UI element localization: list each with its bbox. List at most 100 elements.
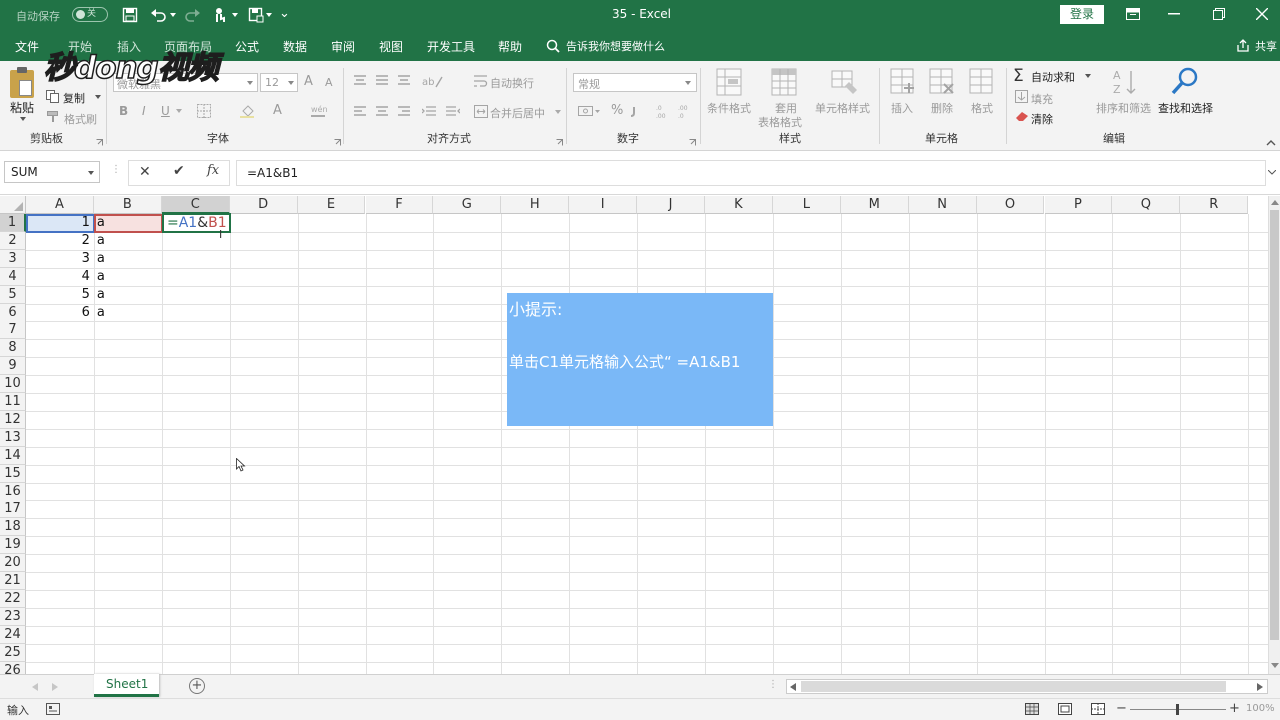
- fill-color-icon[interactable]: [240, 104, 256, 118]
- undo-dropdown-icon[interactable]: [170, 13, 176, 17]
- tell-me-input[interactable]: 告诉我你想要做什么: [566, 38, 665, 54]
- row-header-7[interactable]: 7: [0, 321, 26, 340]
- row-header-8[interactable]: 8: [0, 339, 26, 358]
- horizontal-align-icons[interactable]: [354, 106, 414, 118]
- conditional-format-icon[interactable]: [716, 68, 744, 98]
- tab-formulas[interactable]: 公式: [235, 38, 259, 55]
- sheet-next-icon[interactable]: [52, 683, 58, 691]
- save-icon[interactable]: [122, 7, 138, 23]
- copy-dropdown-icon[interactable]: [95, 95, 101, 99]
- autosum-icon[interactable]: Σ: [1013, 66, 1024, 86]
- add-sheet-button[interactable]: +: [189, 678, 205, 694]
- sheet-prev-icon[interactable]: [32, 683, 38, 691]
- horizontal-scrollbar[interactable]: [786, 679, 1268, 694]
- vertical-align-icons[interactable]: [354, 75, 414, 87]
- column-header-e[interactable]: E: [297, 196, 366, 214]
- insert-cells-icon[interactable]: [890, 68, 916, 96]
- sheet-tab-sheet1[interactable]: Sheet1: [94, 674, 159, 697]
- column-header-g[interactable]: G: [433, 196, 502, 214]
- cell-a6[interactable]: 6: [26, 304, 90, 322]
- merge-dropdown-icon[interactable]: [555, 110, 561, 114]
- row-header-3[interactable]: 3: [0, 249, 26, 268]
- scroll-up-icon[interactable]: [1271, 200, 1279, 205]
- copy-icon[interactable]: [46, 90, 60, 104]
- delete-cells-icon[interactable]: [929, 68, 955, 96]
- zoom-in-button[interactable]: +: [1229, 701, 1240, 716]
- row-header-19[interactable]: 19: [0, 536, 26, 555]
- cell-a1[interactable]: 1: [26, 214, 90, 232]
- number-launcher-icon[interactable]: [689, 139, 696, 146]
- font-size-dropdown[interactable]: 12: [260, 73, 298, 92]
- row-header-1[interactable]: 1: [0, 214, 26, 232]
- expand-formula-icon[interactable]: [1268, 170, 1276, 175]
- percent-button[interactable]: %: [611, 103, 623, 118]
- cell-b5[interactable]: a: [97, 286, 105, 304]
- row-header-16[interactable]: 16: [0, 482, 26, 501]
- restore-icon[interactable]: [1213, 8, 1225, 20]
- tab-view[interactable]: 视图: [379, 38, 403, 55]
- font-color-button[interactable]: A: [273, 103, 282, 118]
- macro-record-icon[interactable]: [46, 703, 60, 715]
- decimal-icons[interactable]: .0.00.00.0: [656, 103, 698, 119]
- row-header-20[interactable]: 20: [0, 554, 26, 573]
- column-header-h[interactable]: H: [501, 196, 570, 214]
- indent-icons[interactable]: [422, 106, 460, 118]
- redo-icon[interactable]: [183, 7, 201, 23]
- worksheet-grid[interactable]: ABCDEFGHIJKLMNOPQR 1 2 3 4 5 6 7 8 9 10 11 12 13 14 15…: [0, 196, 1268, 674]
- paste-button[interactable]: 粘贴: [10, 99, 34, 116]
- format-painter-icon[interactable]: [47, 111, 61, 123]
- minimize-icon[interactable]: [1168, 13, 1180, 15]
- row-header-17[interactable]: 17: [0, 500, 26, 519]
- insert-function-button[interactable]: fx: [207, 163, 219, 178]
- cell-styles-icon[interactable]: [831, 68, 859, 98]
- insert-cells-button[interactable]: 插入: [891, 100, 913, 116]
- scroll-down-icon[interactable]: [1271, 663, 1279, 668]
- row-header-26[interactable]: 26: [0, 661, 26, 674]
- paste-dropdown-icon[interactable]: [20, 117, 26, 121]
- row-header-13[interactable]: 13: [0, 428, 26, 447]
- delete-cells-button[interactable]: 删除: [931, 100, 953, 116]
- vertical-scrollbar[interactable]: [1268, 196, 1280, 674]
- column-header-a[interactable]: A: [26, 196, 94, 214]
- wrap-text-icon[interactable]: [474, 75, 488, 87]
- cell-styles-button[interactable]: 单元格样式: [815, 100, 870, 116]
- merge-center-icon[interactable]: [474, 105, 488, 118]
- row-header-15[interactable]: 15: [0, 464, 26, 483]
- grow-font-button[interactable]: A: [304, 74, 313, 89]
- column-header-f[interactable]: F: [365, 196, 434, 214]
- splitter-grip-icon[interactable]: ⋮: [768, 679, 778, 690]
- format-as-table-line2[interactable]: 表格格式: [758, 114, 802, 130]
- row-header-11[interactable]: 11: [0, 393, 26, 411]
- column-header-p[interactable]: P: [1044, 196, 1113, 214]
- close-icon[interactable]: [1256, 8, 1268, 20]
- number-format-dropdown[interactable]: 常规: [573, 73, 697, 92]
- wrap-text-button[interactable]: 自动换行: [490, 75, 534, 91]
- hscroll-left-icon[interactable]: [790, 683, 796, 691]
- find-select-button[interactable]: 查找和选择: [1158, 100, 1213, 116]
- enter-button[interactable]: ✔: [173, 163, 185, 179]
- hscroll-thumb[interactable]: [801, 681, 1226, 692]
- tab-developer[interactable]: 开发工具: [427, 38, 475, 55]
- row-header-12[interactable]: 12: [0, 410, 26, 429]
- column-header-b[interactable]: B: [93, 196, 162, 214]
- underline-dropdown-icon[interactable]: [176, 109, 182, 113]
- shrink-font-button[interactable]: A: [325, 76, 333, 89]
- ribbon-display-options-icon[interactable]: [1126, 8, 1140, 20]
- select-all-corner[interactable]: [0, 196, 26, 214]
- cell-b4[interactable]: a: [97, 268, 105, 286]
- format-painter-button[interactable]: 格式刷: [64, 111, 97, 127]
- page-layout-view-icon[interactable]: [1058, 703, 1072, 715]
- scroll-thumb[interactable]: [1270, 210, 1279, 640]
- cell-b2[interactable]: a: [97, 232, 105, 250]
- accounting-format-icon[interactable]: [578, 104, 600, 118]
- row-header-21[interactable]: 21: [0, 572, 26, 590]
- row-header-4[interactable]: 4: [0, 267, 26, 286]
- sort-filter-icon[interactable]: AZ: [1112, 68, 1140, 98]
- format-cells-icon[interactable]: [969, 68, 995, 96]
- cancel-button[interactable]: ✕: [139, 164, 151, 180]
- cell-b6[interactable]: a: [97, 304, 105, 322]
- column-header-j[interactable]: J: [637, 196, 705, 214]
- zoom-slider-thumb[interactable]: [1176, 704, 1179, 715]
- autosum-dropdown-icon[interactable]: [1085, 74, 1091, 78]
- row-header-23[interactable]: 23: [0, 607, 26, 626]
